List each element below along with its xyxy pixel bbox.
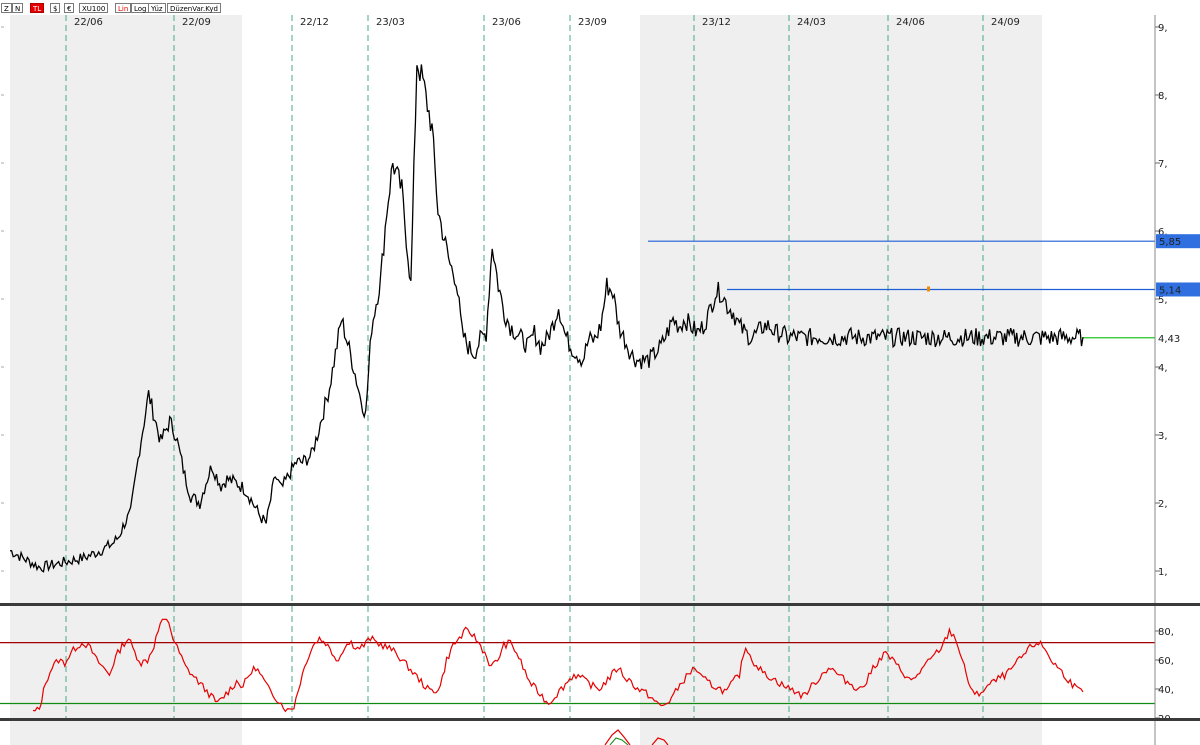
x-tick-label: 23/03 (376, 17, 405, 28)
toolbar-button-z[interactable]: Z (1, 3, 12, 13)
toolbar-button-tl[interactable]: TL (30, 3, 45, 13)
x-tick-label: 24/06 (896, 17, 925, 28)
price-shade-band (10, 15, 242, 603)
chart-canvas: 22/06 22/09 22/12 23/03 23/06 23/09 23/12 24/03… (0, 15, 1200, 745)
toolbar-button-duzen[interactable]: DüzenVar.Kyd (167, 3, 221, 13)
level-label: 5,14 (1159, 285, 1181, 296)
toolbar-symbol-xu100[interactable]: XU100 (79, 3, 109, 13)
rsi-y-tick-label: 60, (1158, 656, 1174, 667)
panel-separator-2 (0, 718, 1200, 721)
toolbar-button-yuz[interactable]: Yüz (148, 3, 166, 13)
x-tick-label: 24/03 (797, 17, 826, 28)
toolbar-button-lin[interactable]: Lin (115, 3, 132, 13)
x-tick-label: 24/09 (991, 17, 1020, 28)
toolbar-button-n[interactable]: N (12, 3, 24, 13)
top-right-cutoff-bar (1012, 0, 1200, 5)
y-tick-label: 2, (1158, 499, 1168, 510)
rsi-y-tick-label: 40, (1158, 685, 1174, 696)
x-tick-label: 22/06 (74, 17, 103, 28)
level-label: 5,85 (1159, 237, 1181, 248)
y-tick-label: 5, (1158, 295, 1168, 306)
y-tick-label: 1, (1158, 567, 1168, 578)
panel-separator (0, 603, 1200, 606)
rsi-shade-band (640, 606, 1042, 718)
y-tick-label: 8, (1158, 91, 1168, 102)
x-tick-label: 23/06 (492, 17, 521, 28)
rsi-shade-band (10, 606, 242, 718)
last-price-label: 4,43 (1158, 334, 1180, 345)
x-tick-label: 22/12 (300, 17, 329, 28)
x-tick-label: 22/09 (182, 17, 211, 28)
y-tick-label: 4, (1158, 363, 1168, 374)
price-panel[interactable]: 22/06 22/09 22/12 23/03 23/06 23/09 23/12 24/03… (0, 15, 1200, 603)
rsi-y-tick-label: 80, (1158, 627, 1174, 638)
price-shade-band (640, 15, 1042, 603)
x-tick-label: 23/12 (702, 17, 731, 28)
toolbar-button-eur[interactable]: € (64, 3, 75, 13)
y-tick-label: 7, (1158, 159, 1168, 170)
toolbar-button-usd[interactable]: $ (50, 3, 61, 13)
x-tick-label: 23/09 (578, 17, 607, 28)
toolbar-button-log[interactable]: Log (131, 3, 150, 13)
price-marker (927, 286, 930, 292)
y-tick-label: 9, (1158, 23, 1168, 34)
y-tick-label: 3, (1158, 431, 1168, 442)
